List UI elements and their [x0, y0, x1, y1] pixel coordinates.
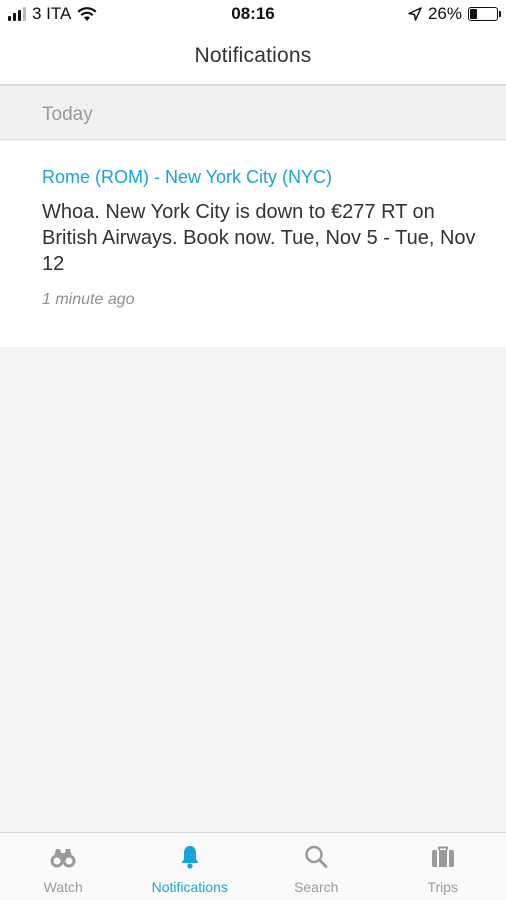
- tab-label: Notifications: [151, 879, 228, 895]
- notification-message: Whoa. New York City is down to €277 RT o…: [42, 201, 476, 275]
- tab-notifications[interactable]: Notifications: [127, 833, 254, 900]
- page-title: Notifications: [194, 44, 312, 67]
- battery-percent: 26%: [427, 4, 462, 23]
- section-header-today: Today: [0, 88, 506, 140]
- tab-label: Watch: [43, 879, 83, 895]
- binoculars-icon: [50, 849, 76, 868]
- battery-level-fill: [470, 9, 478, 19]
- tab-bar: Watch Notifications Search Trips: [0, 832, 506, 900]
- tab-search[interactable]: Search: [253, 833, 380, 900]
- tab-label: Search: [294, 879, 339, 895]
- bell-icon: [181, 846, 199, 869]
- search-icon: [305, 845, 328, 868]
- status-right: 26%: [408, 4, 501, 24]
- battery-tip: [499, 11, 501, 17]
- section-label: Today: [42, 104, 93, 125]
- navigation-bar: Notifications: [0, 28, 506, 86]
- status-bar: 3 ITA 08:16 26%: [0, 0, 506, 28]
- location-arrow-icon: [408, 7, 422, 21]
- notifications-screen: 3 ITA 08:16 26% Notifications Today Rome…: [0, 0, 506, 900]
- tab-watch[interactable]: Watch: [0, 833, 127, 900]
- notification-timestamp: 1 minute ago: [42, 291, 135, 308]
- tab-trips[interactable]: Trips: [380, 833, 506, 900]
- battery-icon: [468, 7, 501, 21]
- notification-item[interactable]: Rome (ROM) - New York City (NYC) Whoa. N…: [0, 141, 506, 347]
- suitcase-icon: [431, 846, 454, 867]
- tab-label: Trips: [427, 879, 459, 895]
- notification-route: Rome (ROM) - New York City (NYC): [42, 167, 333, 187]
